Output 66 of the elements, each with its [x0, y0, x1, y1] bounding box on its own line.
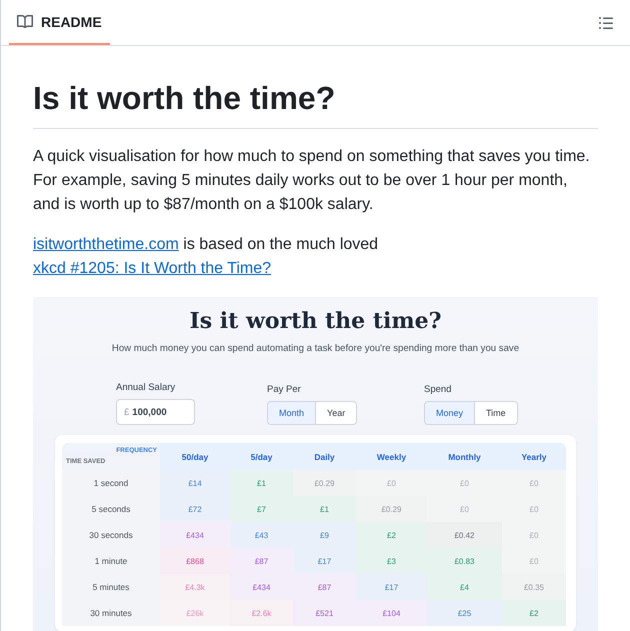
- table-cell: £0.35: [502, 574, 566, 600]
- table-cell: £7: [230, 496, 293, 522]
- table-cell: £0.42: [427, 522, 502, 548]
- column-header: Weekly: [356, 443, 427, 470]
- table-cell: £2: [502, 600, 566, 626]
- table-cell: £1: [293, 496, 356, 522]
- table-cell: £43: [230, 522, 293, 548]
- column-header: Yearly: [502, 443, 566, 470]
- column-header: 5/day: [230, 443, 293, 470]
- salary-input[interactable]: £ 100,000: [116, 399, 195, 425]
- table-cell: £4.3k: [160, 574, 230, 600]
- table-cell: £0: [502, 470, 566, 496]
- field-label: Pay Per: [267, 383, 301, 397]
- readme-paragraph: A quick visualisation for how much to spend on something that saves you time. For example, saving 5 minutes daily works out to be over 1 hour per month, and is worth up to $87/month on a $100k salary.: [33, 147, 591, 215]
- table-cell: £87: [230, 548, 293, 574]
- row-header: 5 seconds: [62, 496, 160, 522]
- row-header: 1 second: [62, 470, 160, 496]
- toggle-option[interactable]: Money: [425, 402, 474, 424]
- table-cell: £0.29: [356, 496, 427, 522]
- table-cell: £104: [356, 600, 427, 626]
- table-cell: £434: [160, 522, 230, 548]
- table-cell: £0: [356, 470, 427, 496]
- row-header: 30 seconds: [62, 522, 160, 548]
- table-cell: £9: [293, 522, 356, 548]
- readme-tab[interactable]: README: [9, 0, 110, 45]
- table-cell: £26k: [160, 600, 230, 626]
- table-cell: £87: [293, 574, 356, 600]
- text-link[interactable]: isitworththetime.com: [33, 236, 179, 253]
- table-cell: £0: [502, 496, 566, 522]
- toggle-option[interactable]: Year: [315, 402, 356, 424]
- toggle-option[interactable]: Time: [474, 402, 517, 424]
- table-cell: £14: [160, 470, 230, 496]
- table-cell: £2.6k: [230, 600, 293, 626]
- text-link[interactable]: xkcd #1205: Is It Worth the Time?: [33, 260, 272, 277]
- row-header: 5 minutes: [62, 574, 160, 600]
- toggle-option[interactable]: Month: [268, 402, 316, 424]
- column-header: 50/day: [160, 443, 230, 470]
- table-cell: £868: [160, 548, 230, 574]
- table-cell: £0.29: [293, 470, 356, 496]
- table-cell: £1: [230, 470, 293, 496]
- table-cell: £0: [502, 522, 566, 548]
- table-cell: £0.83: [427, 548, 502, 574]
- table-cell: £4: [427, 574, 502, 600]
- field-label: Annual Salary: [116, 381, 176, 395]
- row-header: 30 minutes: [62, 600, 160, 626]
- readme-paragraph: isitworththetime.com is based on the much loved xkcd #1205: Is It Worth the Time?: [33, 235, 380, 279]
- book-icon: [17, 14, 33, 28]
- table-cell: £72: [160, 496, 230, 522]
- readme-title: Is it worth the time?: [33, 79, 336, 118]
- table-cell: £17: [356, 574, 427, 600]
- row-header: 1 minute: [62, 548, 160, 574]
- table-cell: £434: [230, 574, 293, 600]
- table-cell: £25: [427, 600, 502, 626]
- table-cell: £3: [356, 548, 427, 574]
- table-cell: £2: [356, 522, 427, 548]
- column-header: Daily: [293, 443, 356, 470]
- column-header: Monthly: [427, 443, 502, 470]
- app-title: Is it worth the time?: [188, 307, 443, 336]
- table-cell: £521: [293, 600, 356, 626]
- table-cell: £17: [293, 548, 356, 574]
- table-cell: £0: [427, 470, 502, 496]
- list-icon: [599, 16, 613, 28]
- table-cell: £0: [427, 496, 502, 522]
- field-label: Spend: [424, 383, 452, 397]
- app-subtitle: How much money you can spend automating a task before you're spending more than you save: [110, 342, 520, 356]
- table-cell: £0: [502, 548, 566, 574]
